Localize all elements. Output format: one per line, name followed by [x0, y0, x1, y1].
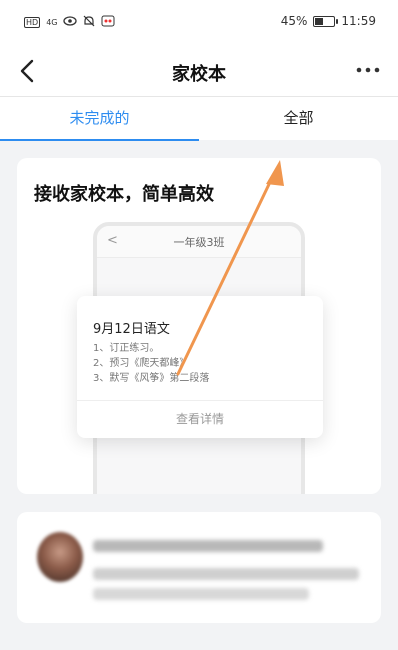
homework-divider	[77, 400, 323, 401]
status-bar: HD 4G 45% 11:59	[0, 0, 398, 46]
homework-preview: 9月12日语文 1、订正练习。 2、预习《爬天都峰》 3、默写《风筝》第二段落 …	[77, 296, 323, 438]
avatar	[37, 532, 83, 582]
notification-icon	[101, 15, 115, 30]
message-card[interactable]	[17, 512, 381, 623]
blurred-text	[93, 540, 323, 552]
tab-bar: 未完成的 全部	[0, 96, 398, 141]
clock: 11:59	[341, 14, 376, 28]
navigation-bar: 家校本	[0, 46, 398, 96]
phone-class-title: 一年级3班	[173, 236, 225, 249]
mute-icon	[83, 15, 95, 30]
hd-icon: HD	[24, 17, 41, 28]
page-title: 家校本	[172, 64, 226, 85]
phone-header: < 一年级3班	[97, 226, 301, 258]
battery-percent: 45%	[280, 14, 308, 28]
blurred-text	[93, 568, 359, 580]
tab-all[interactable]: 全部	[199, 97, 398, 141]
intro-card: 接收家校本，简单高效 < 一年级3班 9月12日语文 1、订正练习。 2、预习《…	[17, 158, 381, 494]
homework-item: 1、订正练习。	[93, 343, 160, 354]
more-button[interactable]	[354, 58, 382, 82]
homework-item: 2、预习《爬天都峰》	[93, 358, 190, 369]
status-right: 45% 11:59	[281, 14, 376, 28]
blurred-text	[93, 588, 309, 600]
status-icons: HD 4G	[24, 15, 115, 30]
tab-incomplete[interactable]: 未完成的	[0, 97, 199, 141]
homework-list: 1、订正练习。 2、预习《爬天都峰》 3、默写《风筝》第二段落	[93, 341, 209, 386]
more-dots-icon	[356, 67, 380, 73]
homework-item: 3、默写《风筝》第二段落	[93, 373, 210, 384]
intro-card-title: 接收家校本，简单高效	[34, 184, 214, 205]
view-details-link[interactable]: 查看详情	[77, 410, 323, 427]
eye-icon	[63, 16, 78, 29]
battery-icon	[313, 15, 339, 27]
homework-title: 9月12日语文	[93, 322, 170, 337]
signal-icon: 4G	[46, 18, 58, 27]
